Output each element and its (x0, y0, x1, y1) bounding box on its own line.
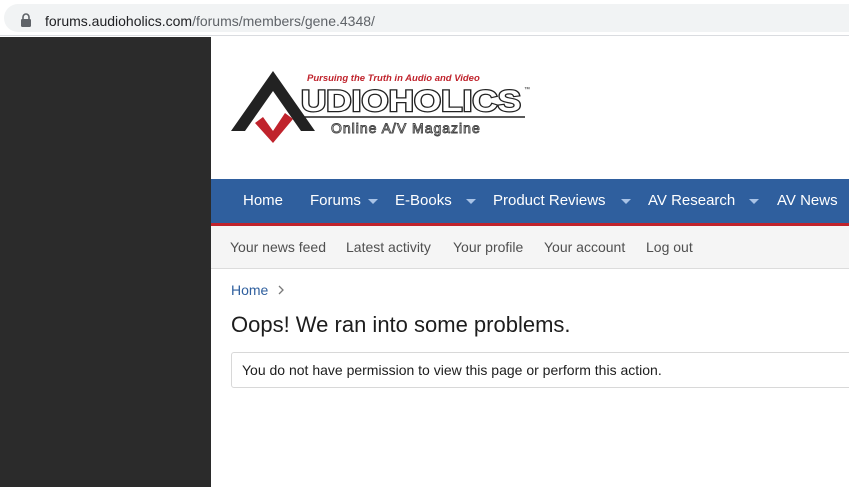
subnav-your-profile[interactable]: Your profile (453, 226, 523, 268)
subnav-your-account[interactable]: Your account (544, 226, 625, 268)
url-path: /forums/members/gene.4348/ (192, 13, 375, 29)
ebooks-chevron-down-icon[interactable] (466, 199, 476, 204)
side-gutter (0, 37, 211, 487)
site-header: Pursuing the Truth in Audio and Video UD… (211, 37, 849, 179)
url-field[interactable]: forums.audioholics.com/forums/members/ge… (4, 4, 849, 32)
chevron-right-icon (278, 285, 284, 295)
breadcrumb: Home (231, 281, 284, 299)
error-notice: You do not have permission to view this … (231, 352, 849, 388)
forum-page: Pursuing the Truth in Audio and Video UD… (211, 37, 849, 487)
url-text: forums.audioholics.com/forums/members/ge… (45, 13, 375, 30)
nav-forums[interactable]: Forums (310, 179, 361, 223)
nav-ebooks[interactable]: E-Books (395, 179, 452, 223)
subnav-latest-activity[interactable]: Latest activity (346, 226, 431, 268)
subnav-log-out[interactable]: Log out (646, 226, 693, 268)
page-title: Oops! We ran into some problems. (231, 312, 571, 337)
error-message: You do not have permission to view this … (242, 362, 662, 378)
lock-icon (21, 13, 31, 27)
product-reviews-chevron-down-icon[interactable] (621, 199, 631, 204)
browser-address-bar: forums.audioholics.com/forums/members/ge… (0, 0, 849, 36)
forums-chevron-down-icon[interactable] (368, 199, 378, 204)
account-subnav: Your news feed Latest activity Your prof… (211, 226, 849, 269)
main-nav: Home Forums E-Books Product Reviews AV R… (211, 179, 849, 226)
nav-home[interactable]: Home (243, 179, 283, 223)
av-research-chevron-down-icon[interactable] (749, 199, 759, 204)
logo-trademark: ™ (524, 86, 530, 93)
subnav-news-feed[interactable]: Your news feed (230, 226, 326, 268)
nav-av-research[interactable]: AV Research (648, 179, 735, 223)
url-host: forums.audioholics.com (45, 13, 193, 29)
logo-tagline: Pursuing the Truth in Audio and Video (307, 73, 480, 84)
nav-av-news[interactable]: AV News (777, 179, 838, 223)
nav-product-reviews[interactable]: Product Reviews (493, 179, 606, 223)
logo-wordmark: UDIOHOLICS (301, 85, 521, 118)
logo-subtitle: Online A/V Magazine (331, 120, 481, 136)
audioholics-logo[interactable]: Pursuing the Truth in Audio and Video UD… (229, 69, 539, 143)
breadcrumb-home[interactable]: Home (231, 282, 268, 298)
